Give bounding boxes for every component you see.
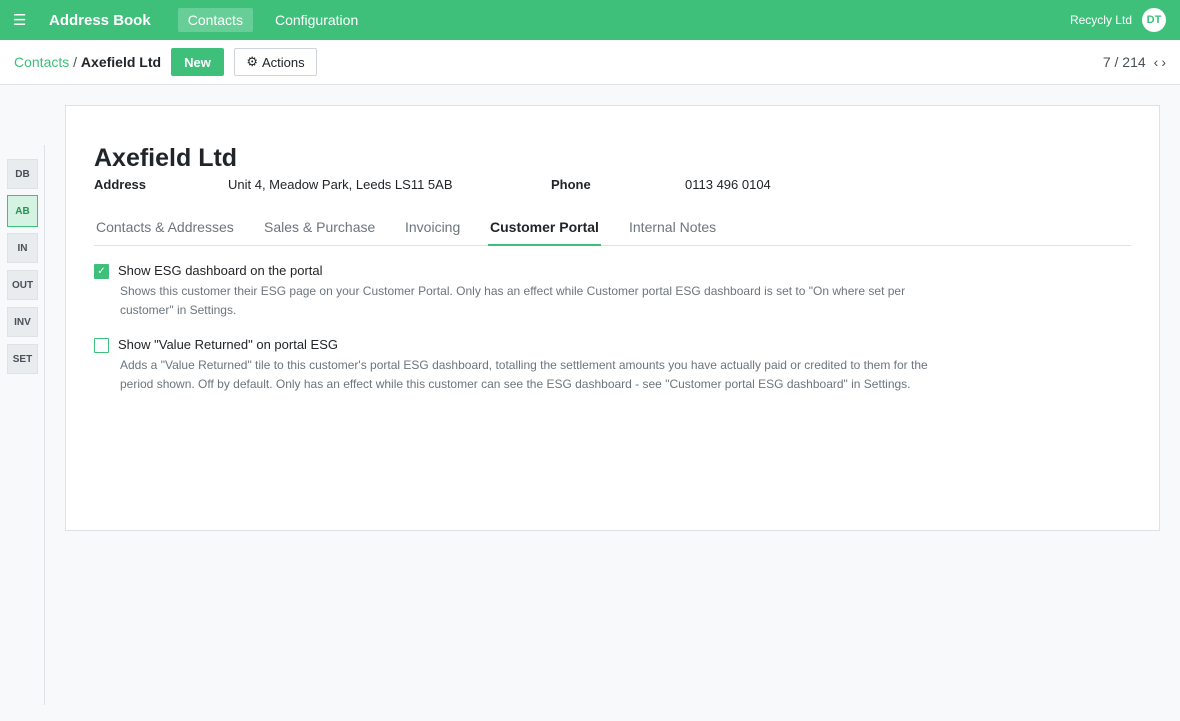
user-avatar[interactable]: DT xyxy=(1142,8,1166,32)
pager-prev-icon[interactable]: ‹ xyxy=(1154,54,1159,70)
new-button[interactable]: New xyxy=(171,48,224,76)
show-esg-dashboard-label[interactable]: Show ESG dashboard on the portal xyxy=(118,263,323,278)
control-panel: Contacts / Axefield Ltd New ⚙ Actions 7 … xyxy=(0,40,1180,85)
show-value-returned-label[interactable]: Show "Value Returned" on portal ESG xyxy=(118,337,338,352)
phone-value[interactable]: 0113 496 0104 xyxy=(685,177,771,192)
rail-item-inv[interactable]: INV xyxy=(7,307,38,337)
top-navbar: ☰ Address Book Contacts Configuration Re… xyxy=(0,0,1180,40)
tab-internal-notes[interactable]: Internal Notes xyxy=(629,219,716,244)
rail-item-ab[interactable]: AB xyxy=(7,195,38,227)
tab-customer-portal[interactable]: Customer Portal xyxy=(488,219,601,246)
notebook-tabs: Contacts & Addresses Sales & Purchase In… xyxy=(94,210,1131,246)
side-rail: DB AB IN OUT INV SET xyxy=(0,145,45,705)
breadcrumb-separator: / xyxy=(73,54,78,70)
nav-configuration[interactable]: Configuration xyxy=(265,8,368,32)
address-value[interactable]: Unit 4, Meadow Park, Leeds LS11 5AB xyxy=(228,177,453,192)
pager-next-icon[interactable]: › xyxy=(1161,54,1166,70)
menu-icon[interactable]: ☰ xyxy=(13,13,27,28)
rail-item-db[interactable]: DB xyxy=(7,159,38,189)
rail-item-out[interactable]: OUT xyxy=(7,270,38,300)
breadcrumb-current: Axefield Ltd xyxy=(80,54,162,70)
nav-contacts[interactable]: Contacts xyxy=(177,8,253,32)
tab-sales-purchase[interactable]: Sales & Purchase xyxy=(264,219,375,244)
pager: 7 / 214 ‹ › xyxy=(1103,54,1166,70)
show-esg-dashboard-help: Shows this customer their ESG page on yo… xyxy=(120,284,906,317)
tab-invoicing[interactable]: Invoicing xyxy=(405,219,460,244)
breadcrumb-contacts-link[interactable]: Contacts xyxy=(14,54,69,70)
actions-button[interactable]: ⚙ Actions xyxy=(234,48,317,76)
rail-item-in[interactable]: IN xyxy=(7,233,38,263)
gear-icon: ⚙ xyxy=(246,54,258,69)
show-esg-dashboard-checkbox[interactable]: ✓ xyxy=(94,264,109,279)
address-label: Address xyxy=(94,177,147,192)
pager-arrows: ‹ › xyxy=(1154,54,1166,70)
record-name[interactable]: Axefield Ltd xyxy=(94,144,237,173)
app-title[interactable]: Address Book xyxy=(49,12,151,29)
show-value-returned-checkbox[interactable] xyxy=(94,338,109,353)
show-value-returned-help: Adds a "Value Returned" tile to this cus… xyxy=(120,358,928,391)
actions-label: Actions xyxy=(262,54,305,70)
form-sheet: Axefield Ltd Address Unit 4, Meadow Park… xyxy=(65,105,1160,531)
breadcrumb: Contacts / Axefield Ltd xyxy=(14,54,161,70)
rail-item-set[interactable]: SET xyxy=(7,344,38,374)
tab-contacts-addresses[interactable]: Contacts & Addresses xyxy=(96,219,234,244)
phone-label: Phone xyxy=(551,177,591,192)
company-switcher[interactable]: Recycly Ltd xyxy=(1070,13,1132,27)
pager-counter[interactable]: 7 / 214 xyxy=(1103,54,1146,70)
